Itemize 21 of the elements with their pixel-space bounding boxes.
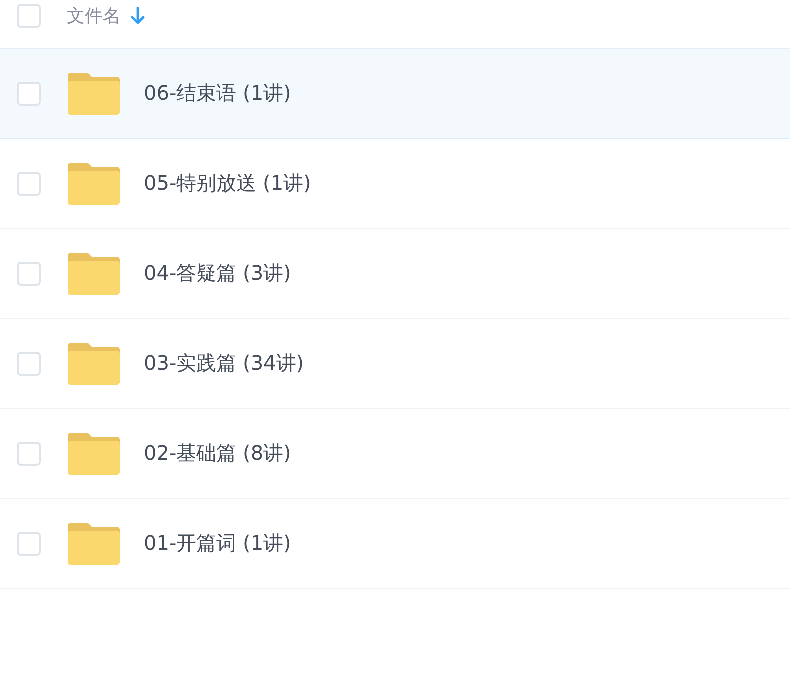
checkbox[interactable]: [17, 4, 41, 28]
checkbox[interactable]: [17, 262, 41, 286]
checkbox[interactable]: [17, 442, 41, 466]
checkbox[interactable]: [17, 82, 41, 106]
folder-icon: [68, 162, 120, 204]
folder-name[interactable]: 05-特别放送 (1讲): [144, 170, 312, 197]
folder-name[interactable]: 06-结束语 (1讲): [144, 80, 292, 107]
folder-name[interactable]: 03-实践篇 (34讲): [144, 350, 304, 377]
folder-icon: [68, 252, 120, 294]
arrow-down-icon[interactable]: [131, 6, 145, 24]
folder-icon: [68, 432, 120, 474]
checkbox[interactable]: [17, 352, 41, 376]
folder-icon: [68, 342, 120, 384]
folder-name[interactable]: 02-基础篇 (8讲): [144, 440, 292, 467]
folder-name[interactable]: 04-答疑篇 (3讲): [144, 260, 292, 287]
folder-icon: [68, 72, 120, 114]
file-row[interactable]: 06-结束语 (1讲): [0, 49, 790, 139]
checkbox[interactable]: [17, 172, 41, 196]
folder-icon: [68, 522, 120, 564]
folder-name[interactable]: 01-开篇词 (1讲): [144, 530, 292, 557]
checkbox[interactable]: [17, 532, 41, 556]
